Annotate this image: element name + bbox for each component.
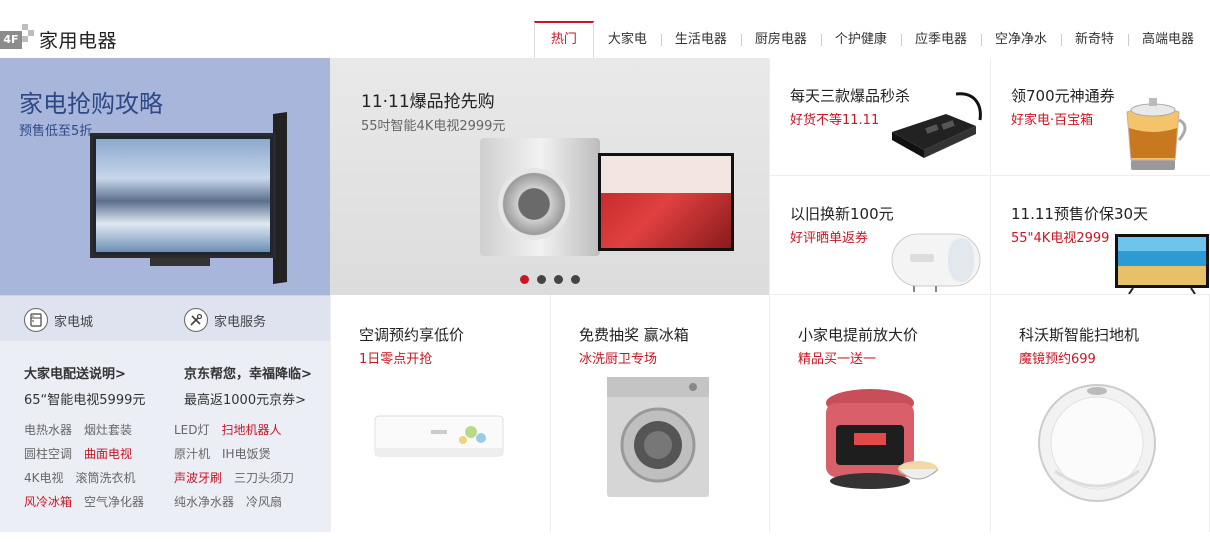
washing-machine-image (607, 377, 709, 497)
promo-tile[interactable]: 小家电提前放大价 精品买一送一 (769, 295, 990, 532)
category-link[interactable]: 曲面电视 (84, 442, 132, 466)
tv-promo-link[interactable]: 65“智能电视5999元 (24, 389, 145, 408)
coupon-link[interactable]: 最高返1000元京券> (184, 389, 306, 408)
category-link[interactable]: 电热水器 (24, 418, 72, 442)
floor-header: 4F 家用电器 热门 大家电 生活电器 厨房电器 个护健康 应季电器 空净净水 … (0, 0, 1210, 59)
category-link[interactable]: 纯水净水器 (174, 490, 234, 514)
tab-kitchen-appliances[interactable]: 厨房电器 (740, 21, 821, 59)
promo-tile[interactable]: 免费抽奖 赢冰箱 冰洗厨卫专场 (550, 295, 769, 532)
tile-title: 小家电提前放大价 (798, 326, 919, 344)
air-conditioner-image (374, 415, 504, 457)
tab-personal-care[interactable]: 个护健康 (820, 21, 901, 59)
tile-title: 空调预约享低价 (359, 326, 465, 344)
tile-subtitle: 精品买一送一 (798, 352, 877, 367)
carousel-title: 11·11爆品抢先购 (361, 92, 495, 112)
category-link[interactable]: 烟灶套装 (84, 418, 132, 442)
promo-tile[interactable]: 空调预约享低价 1日零点开抢 (330, 295, 550, 532)
carousel-dot[interactable] (554, 275, 563, 284)
floor-decor-square (22, 36, 28, 42)
category-link[interactable]: 冷风扇 (246, 490, 282, 514)
link-row: 4K电视 滚筒洗衣机 声波牙刷 三刀头须刀 (24, 466, 324, 490)
promo-tile[interactable]: 领700元神通券 好家电·百宝箱 (990, 58, 1210, 176)
left-banner[interactable]: 家电抢购攻略 预售低至5折 (0, 58, 330, 295)
floor-icon: 4F (0, 24, 34, 52)
tile-subtitle: 55"4K电视2999 (1011, 231, 1110, 246)
floor-decor-square (28, 30, 34, 36)
tab-novelty[interactable]: 新奇特 (1060, 21, 1128, 59)
category-link[interactable]: 三刀头须刀 (234, 466, 294, 490)
banner-title: 家电抢购攻略 (19, 90, 163, 118)
link-row: 圆柱空调 曲面电视 原汁机 IH电饭煲 (24, 442, 324, 466)
category-link[interactable]: 风冷冰箱 (24, 490, 72, 514)
tv-image (1115, 234, 1209, 294)
promo-tile[interactable]: 每天三款爆品秒杀 好货不等11.11 (769, 58, 990, 176)
robot-vacuum-image (1038, 384, 1156, 502)
service-label: 家电城 (54, 314, 94, 330)
tile-subtitle: 冰洗厨卫专场 (579, 352, 658, 367)
category-link-grid: 电热水器 烟灶套装 LED灯 扫地机器人 圆柱空调 曲面电视 原汁机 IH电饭煲 4K电… (24, 418, 324, 514)
carousel-dot[interactable] (571, 275, 580, 284)
promo-tile[interactable]: 以旧换新100元 好评晒单返券 (769, 176, 990, 295)
floor-badge: 4F (0, 31, 22, 49)
tile-subtitle: 魔镜预约699 (1019, 352, 1096, 367)
power-strip-image (892, 92, 982, 158)
link-row: 风冷冰箱 空气净化器 纯水净水器 冷风扇 (24, 490, 324, 514)
tab-life-appliances[interactable]: 生活电器 (660, 21, 741, 59)
left-column: 家电抢购攻略 预售低至5折 家电城 家电服务 大家电配送说明> 65“智能电视5… (0, 58, 330, 532)
washing-machine-image (480, 138, 600, 256)
tab-seasonal[interactable]: 应季电器 (900, 21, 981, 59)
tile-title: 11.11预售价保30天 (1011, 205, 1149, 223)
tile-subtitle: 1日零点开抢 (359, 352, 433, 367)
category-link[interactable]: 4K电视 (24, 466, 64, 490)
category-link[interactable]: 圆柱空调 (24, 442, 72, 466)
tv-image (90, 133, 276, 258)
carousel-subtitle: 55吋智能4K电视2999元 (361, 119, 506, 134)
service-label: 家电服务 (214, 314, 267, 330)
banner-subtitle: 预售低至5折 (19, 124, 93, 139)
category-link[interactable]: IH电饭煲 (222, 442, 271, 466)
tab-high-end[interactable]: 高端电器 (1127, 21, 1208, 59)
appliance-city-link[interactable]: 家电城 (24, 308, 93, 332)
link-row: 电热水器 烟灶套装 LED灯 扫地机器人 (24, 418, 324, 442)
category-link[interactable]: 声波牙刷 (174, 466, 222, 490)
service-row: 家电城 家电服务 (0, 295, 330, 341)
category-link[interactable]: 滚筒洗衣机 (76, 466, 136, 490)
carousel-dot[interactable] (520, 275, 529, 284)
tile-title: 以旧换新100元 (790, 205, 894, 223)
carousel-dot[interactable] (537, 275, 546, 284)
health-pot-image (1126, 98, 1187, 170)
water-heater-image (891, 233, 981, 292)
tv-image (598, 153, 734, 251)
tools-icon (184, 308, 208, 332)
promo-tile[interactable]: 11.11预售价保30天 55"4K电视2999 (990, 176, 1210, 295)
floor-title: 家用电器 (39, 30, 118, 52)
tile-subtitle: 好货不等11.11 (790, 113, 880, 128)
tab-air-water[interactable]: 空净净水 (980, 21, 1061, 59)
jd-help-link[interactable]: 京东帮您，幸福降临> (184, 363, 312, 382)
promo-carousel[interactable]: 11·11爆品抢先购 55吋智能4K电视2999元 (330, 58, 769, 295)
tile-subtitle: 好家电·百宝箱 (1011, 113, 1094, 128)
category-link[interactable]: 扫地机器人 (222, 418, 282, 442)
appliance-service-link[interactable]: 家电服务 (184, 308, 266, 332)
tile-title: 科沃斯智能扫地机 (1019, 326, 1140, 344)
delivery-info-link[interactable]: 大家电配送说明> (24, 363, 126, 382)
category-link[interactable]: 空气净化器 (84, 490, 144, 514)
tile-subtitle: 好评晒单返券 (790, 231, 869, 246)
category-link[interactable]: LED灯 (174, 418, 210, 442)
category-tabs: 热门 大家电 生活电器 厨房电器 个护健康 应季电器 空净净水 新奇特 高端电器 (533, 21, 1208, 59)
promo-tile[interactable]: 科沃斯智能扫地机 魔镜预约699 (990, 295, 1210, 532)
tv-stand (150, 258, 210, 266)
tab-hot[interactable]: 热门 (533, 21, 594, 59)
category-link[interactable]: 原汁机 (174, 442, 210, 466)
fridge-icon (24, 308, 48, 332)
tile-title: 免费抽奖 赢冰箱 (579, 326, 689, 344)
tab-large-appliances[interactable]: 大家电 (594, 21, 661, 59)
tile-title: 领700元神通券 (1011, 87, 1115, 105)
carousel-dots (520, 275, 580, 284)
pressure-cooker-image (826, 389, 939, 489)
